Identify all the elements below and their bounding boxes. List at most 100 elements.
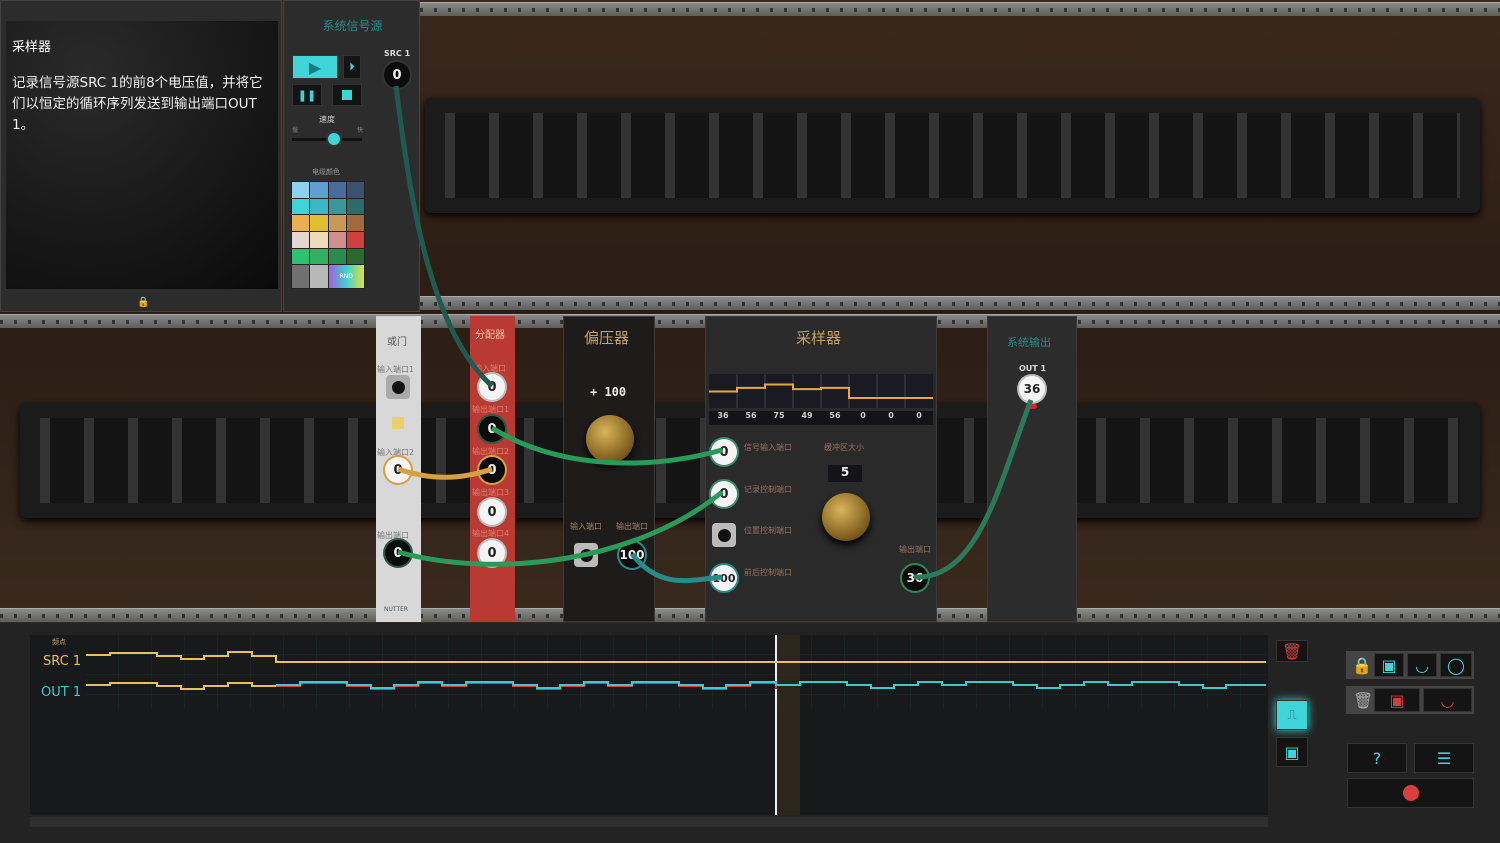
color-swatch[interactable] [310,215,328,231]
sampler-output-port[interactable]: 36 [902,565,928,591]
module-view-button[interactable]: ▣ [1276,737,1308,767]
direction-control-port[interactable]: 100 [711,565,737,591]
help-button[interactable]: ? [1347,743,1407,773]
rail [420,2,1500,16]
distributor-output1-port[interactable]: 0 [479,416,505,442]
trash-icon: 🗑 [1281,641,1303,661]
stop-icon [342,90,352,100]
module-title: 系统信号源 [322,19,383,33]
color-swatch[interactable] [292,231,310,248]
color-swatch[interactable] [292,182,310,198]
color-swatch[interactable] [346,182,364,198]
record-button[interactable] [1347,778,1474,808]
distributor-output3-port[interactable]: 0 [479,499,505,525]
offset-display: + 100 [590,385,627,399]
buffer-value: 56 [745,411,757,420]
port-label: 输出端口 [377,531,409,540]
error-indicator [1029,404,1037,409]
delete-modules-button[interactable]: ▣ [1374,688,1420,712]
buffer-value: 36 [717,411,729,420]
or-input1-port[interactable] [386,375,410,399]
system-output-module: 系统输出 OUT 1 36 [987,316,1077,622]
port-label: 输出端口 [899,545,931,554]
stop-button[interactable] [332,84,362,106]
offset-module: 偏压器 + 100 输入端口 输出端口 100 [563,316,655,622]
buffer-size-display: 5 [828,465,862,482]
color-swatch[interactable] [292,265,310,288]
color-swatch[interactable] [310,231,328,248]
color-swatch[interactable] [310,248,328,265]
pause-button[interactable]: ❚❚ [292,84,322,106]
buffer-size-label: 缓冲区大小 [824,443,864,452]
delete-wires-button[interactable]: ◡ [1423,688,1472,712]
random-color-button[interactable]: RND [328,265,364,288]
buffer-value: 0 [860,411,866,420]
pause-icon: ❚❚ [297,88,317,102]
or-input2-port[interactable]: 0 [385,457,411,483]
color-swatch[interactable] [346,231,364,248]
sampler-waveform [709,374,933,408]
color-swatch[interactable] [346,198,364,215]
color-swatch[interactable] [328,215,346,231]
offset-knob[interactable] [586,415,634,463]
signal-input-port[interactable]: 0 [711,439,737,465]
out1-port[interactable]: 36 [1019,376,1045,402]
offset-input-port[interactable] [574,543,598,567]
timeline-scrollbar[interactable] [30,817,1268,827]
src1-port[interactable]: 0 [384,62,410,88]
buffer-size-knob[interactable] [822,493,870,541]
record-control-port[interactable]: 0 [711,481,737,507]
lock-wires-button[interactable]: ◡ [1407,653,1437,677]
color-swatch[interactable] [292,215,310,231]
clear-timeline-button[interactable]: 🗑 [1276,640,1308,662]
track-label-out1: OUT 1 [41,685,82,700]
port-label: 输入端口1 [377,365,415,374]
color-swatch[interactable] [310,265,328,288]
module-title: 采样器 [796,329,842,347]
menu-button[interactable]: ☰ [1414,743,1474,773]
color-swatch[interactable] [328,231,346,248]
step-button[interactable]: ⏵ [343,55,361,79]
task-description: 记录信号源SRC 1的前8个电压值，并将它们以恒定的循环序列发送到输出端口OUT… [12,75,263,133]
connector-strip [425,98,1480,213]
or-gate-icon [392,417,404,429]
timeline-graph [86,635,1266,815]
speed-slider-thumb[interactable] [328,133,340,145]
out1-label: OUT 1 [1019,364,1047,373]
color-swatch[interactable] [328,198,346,215]
play-icon: ▶ [308,57,322,77]
speed-min-label: 慢 [292,127,299,134]
distributor-output2-port[interactable]: 0 [479,457,505,483]
speed-slider[interactable] [292,133,362,145]
rail [420,296,1500,310]
color-swatch[interactable] [310,182,328,198]
buffer-value: 75 [773,411,785,420]
color-swatch[interactable] [310,198,328,215]
or-output-port[interactable]: 0 [385,540,411,566]
distributor-module: 分配器 输入端口 0 输出端口1 0 输出端口2 0 输出端口3 0 输出端口4… [470,316,515,622]
module-title: 分配器 [475,330,505,341]
color-swatch[interactable] [328,248,346,265]
distributor-output4-port[interactable]: 0 [479,540,505,566]
lock-icon[interactable]: 🔒 [137,297,149,308]
module-icon: ▣ [1284,742,1300,762]
position-control-port[interactable] [712,523,736,547]
help-icon: ? [1372,748,1382,768]
waveform-view-button[interactable]: ⎍ [1276,700,1308,730]
play-button[interactable]: ▶ [292,55,338,79]
offset-output-port[interactable]: 100 [619,542,645,568]
distributor-input-port[interactable]: 0 [479,374,505,400]
lock-modules-button[interactable]: ▣ [1374,653,1404,677]
color-swatch[interactable] [346,215,364,231]
wire-icon: ◡ [1440,690,1455,710]
port-label: 信号输入端口 [744,443,792,452]
trash-icon: 🗑 [1353,691,1374,710]
lock-knobs-button[interactable]: ◯ [1440,653,1472,677]
color-swatch[interactable] [328,182,346,198]
color-swatch[interactable] [292,248,310,265]
module-icon: ▣ [1381,655,1397,675]
buffer-values: 36 56 75 49 56 0 0 0 [709,411,933,425]
lock-icon: 🔒 [1352,656,1372,675]
color-swatch[interactable] [346,248,364,265]
color-swatch[interactable] [292,198,310,215]
